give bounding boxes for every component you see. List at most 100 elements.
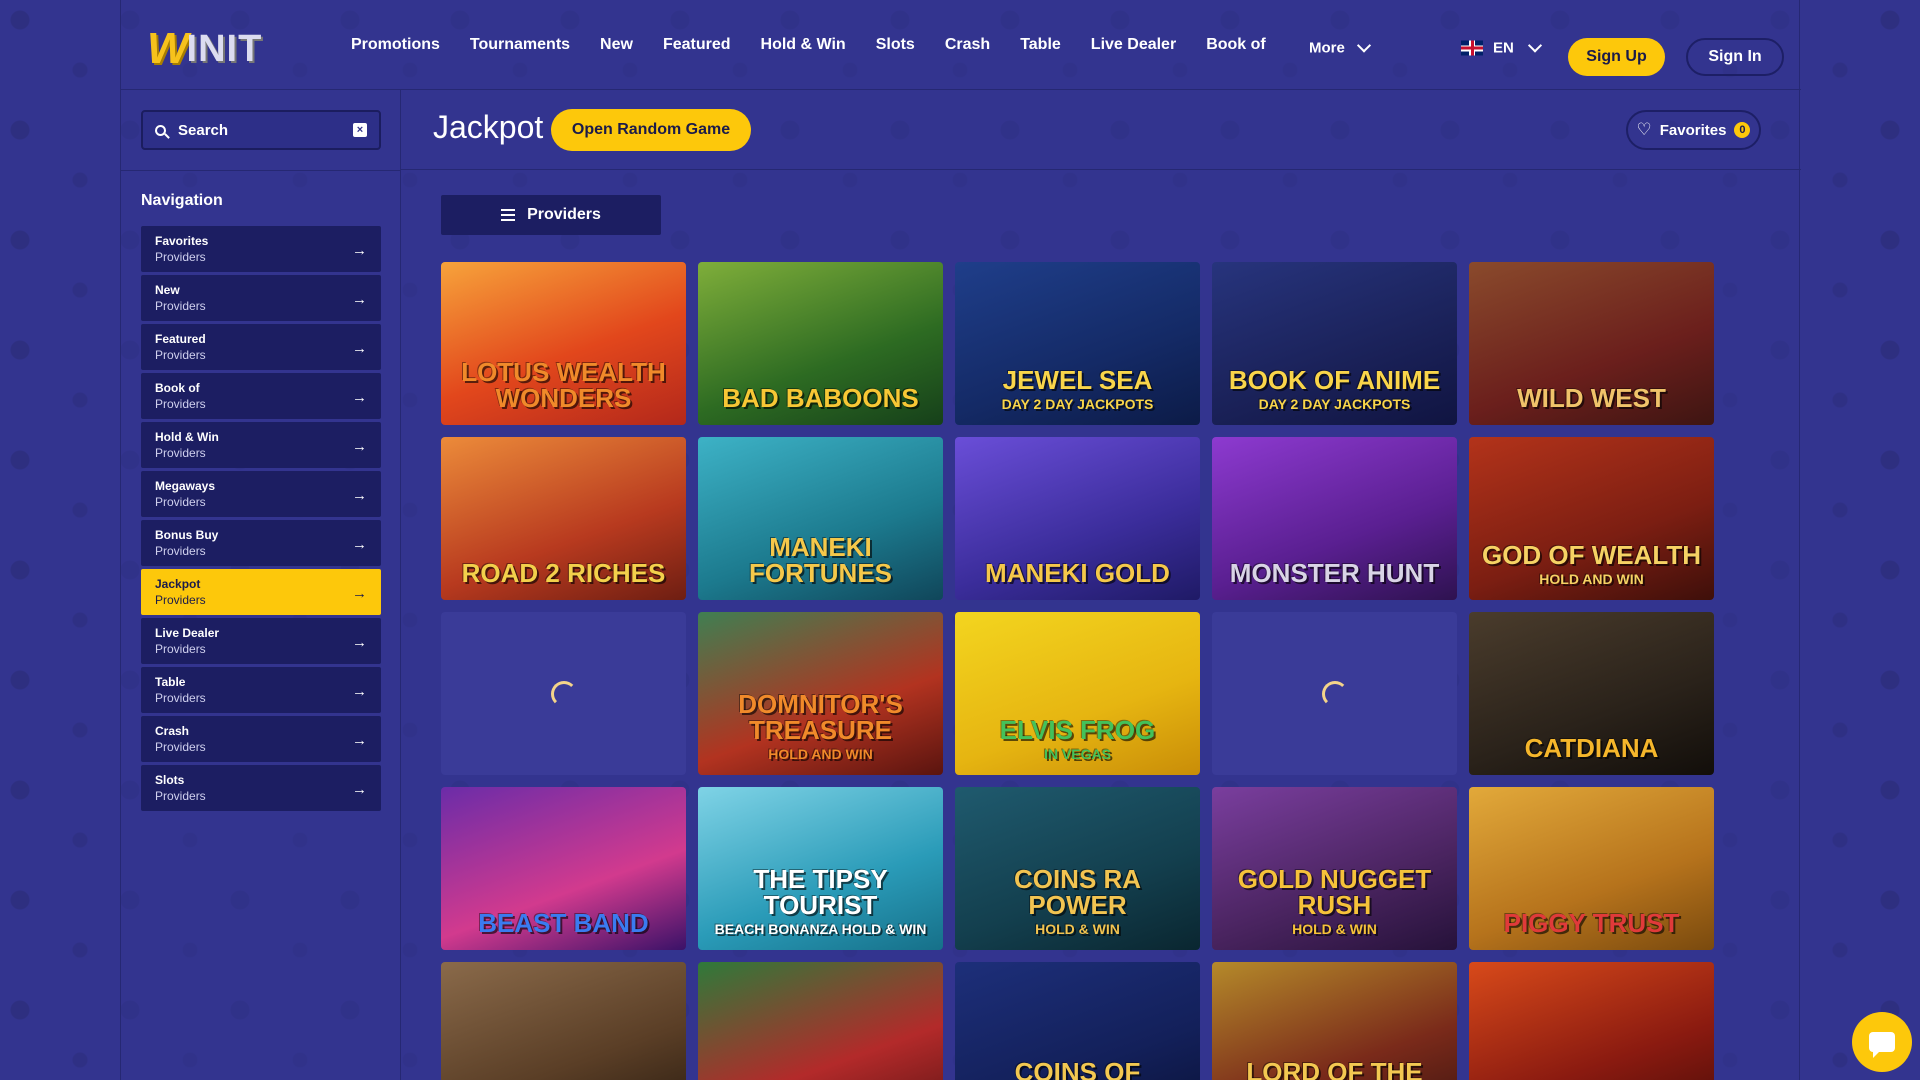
game-tile-coins-ra-power[interactable]: Coins Ra Power Hold & Win	[955, 787, 1200, 950]
arrow-right-icon: →	[352, 683, 367, 700]
game-name: Lord of the Keys	[1246, 1057, 1423, 1080]
sign-up-button[interactable]: Sign Up	[1568, 38, 1665, 76]
nav-item-crash[interactable]: Crash	[945, 36, 990, 54]
game-tile-loading	[441, 612, 686, 775]
favorites-count-badge: 0	[1734, 122, 1751, 138]
sidebar-item-label: Crash	[155, 724, 190, 738]
game-tile-jewel-sea[interactable]: Jewel Sea Day 2 Day Jackpots	[955, 262, 1200, 425]
chat-button[interactable]	[1852, 1012, 1912, 1072]
more-menu[interactable]: More	[1309, 37, 1371, 57]
game-name: The Tipsy Tourist	[753, 864, 888, 920]
providers-filter-button[interactable]: Providers	[441, 195, 661, 235]
game-title: Piggy Trust	[1469, 910, 1714, 950]
nav-item-slots[interactable]: Slots	[876, 36, 915, 54]
nav-item-tournaments[interactable]: Tournaments	[470, 36, 570, 54]
nav-item-promotions[interactable]: Promotions	[351, 36, 440, 54]
game-tile-hook-the-cash[interactable]: Hook the Cash	[441, 962, 686, 1080]
game-name: Jewel Sea	[1002, 365, 1153, 395]
game-name: Beast Band	[478, 908, 649, 938]
page-title: Jackpot	[433, 109, 544, 145]
sidebar-item-favorites[interactable]: Favorites Providers →	[141, 226, 381, 272]
game-tile-elvis-frog[interactable]: Elvis Frog in Vegas	[955, 612, 1200, 775]
sign-in-button[interactable]: Sign In	[1686, 38, 1784, 76]
game-grid: Lotus Wealth Wonders Bad Baboons Jewel Sea…	[441, 262, 1714, 1080]
main-toolbar: Jackpot Open Random Game ♡ Favorites 0	[401, 90, 1801, 170]
game-tile-the-tipsy-tourist[interactable]: The Tipsy Tourist Beach Bonanza Hold & Wi…	[698, 787, 943, 950]
nav-item-featured[interactable]: Featured	[663, 36, 731, 54]
game-subtitle: Day 2 Day Jackpots	[1258, 396, 1411, 412]
game-name: Monster Hunt	[1229, 558, 1440, 588]
game-tile-wild-west[interactable]: Wild West	[1469, 262, 1714, 425]
game-tile-fury-dragon[interactable]: Fury Dragon	[1469, 962, 1714, 1080]
favorites-button[interactable]: ♡ Favorites 0	[1626, 110, 1761, 150]
game-tile-catdiana[interactable]: Catdiana	[1469, 612, 1714, 775]
game-name: Maneki Gold	[985, 558, 1170, 588]
search-input[interactable]: Search ×	[141, 110, 381, 150]
favorites-label: Favorites	[1659, 121, 1727, 139]
game-tile-road-2-riches[interactable]: Road 2 Riches	[441, 437, 686, 600]
language-selector[interactable]: EN	[1461, 37, 1542, 57]
game-title: Monster Hunt	[1212, 560, 1457, 600]
game-tile-monster-hunt[interactable]: Monster Hunt	[1212, 437, 1457, 600]
providers-label: Providers	[527, 206, 601, 223]
game-title: Gold Nugget Rush Hold & Win	[1212, 866, 1457, 950]
game-tile-piggy-trust[interactable]: Piggy Trust	[1469, 787, 1714, 950]
game-name: Bad Baboons	[722, 383, 919, 413]
nav-item-hold-win[interactable]: Hold & Win	[761, 36, 846, 54]
sidebar-item-megaways[interactable]: Megaways Providers →	[141, 471, 381, 517]
game-title: Road 2 Riches	[441, 560, 686, 600]
game-tile-coins-of-christmas[interactable]: Coins of Christmas	[955, 962, 1200, 1080]
game-tile-maneki-gold[interactable]: Maneki Gold	[955, 437, 1200, 600]
game-tile-domnitor-s-treasure[interactable]: Domnitor's Treasure Hold and Win	[698, 612, 943, 775]
sidebar-item-jackpot[interactable]: Jackpot Providers →	[141, 569, 381, 615]
game-tile-god-of-wealth[interactable]: God of Wealth Hold and Win	[1469, 437, 1714, 600]
arrow-right-icon: →	[352, 732, 367, 749]
game-name: Domnitor's Treasure	[738, 689, 903, 745]
game-tile-book-of-anime[interactable]: Book of Anime Day 2 Day Jackpots	[1212, 262, 1457, 425]
clear-search-icon[interactable]: ×	[353, 123, 367, 137]
game-subtitle: in Vegas	[1044, 746, 1111, 762]
sidebar-item-crash[interactable]: Crash Providers →	[141, 716, 381, 762]
open-random-game-button[interactable]: Open Random Game	[551, 109, 751, 151]
chat-bubble-icon	[1869, 1032, 1895, 1058]
sidebar-item-sublabel: Providers	[155, 495, 206, 509]
search-placeholder: Search	[178, 121, 229, 139]
game-subtitle: Beach Bonanza Hold & Win	[714, 921, 927, 937]
sidebar-item-sublabel: Providers	[155, 397, 206, 411]
sidebar-item-label: New	[155, 283, 180, 297]
nav-item-new[interactable]: New	[600, 36, 633, 54]
winit-logo[interactable]: W INIT	[147, 24, 297, 73]
arrow-right-icon: →	[352, 536, 367, 553]
sidebar-item-hold-win[interactable]: Hold & Win Providers →	[141, 422, 381, 468]
sidebar-item-book-of[interactable]: Book of Providers →	[141, 373, 381, 419]
game-title: Maneki Gold	[955, 560, 1200, 600]
game-subtitle: Hold & Win	[1035, 921, 1120, 937]
arrow-right-icon: →	[352, 585, 367, 602]
sidebar-item-sublabel: Providers	[155, 299, 206, 313]
game-title: Domnitor's Treasure Hold and Win	[698, 691, 943, 775]
game-tile-bad-baboons[interactable]: Bad Baboons	[698, 262, 943, 425]
game-name: Wild West	[1517, 383, 1666, 413]
game-subtitle: Hold & Win	[1292, 921, 1377, 937]
nav-item-table[interactable]: Table	[1020, 36, 1061, 54]
sidebar-item-featured[interactable]: Featured Providers →	[141, 324, 381, 370]
game-tile-maneki-fortunes[interactable]: Maneki Fortunes	[698, 437, 943, 600]
sidebar-item-table[interactable]: Table Providers →	[141, 667, 381, 713]
game-tile-lotus-wealth-wonders[interactable]: Lotus Wealth Wonders	[441, 262, 686, 425]
game-tile-gold-nugget-rush[interactable]: Gold Nugget Rush Hold & Win	[1212, 787, 1457, 950]
sidebar-item-live-dealer[interactable]: Live Dealer Providers →	[141, 618, 381, 664]
sidebar-item-new[interactable]: New Providers →	[141, 275, 381, 321]
sidebar-item-label: Featured	[155, 332, 206, 346]
sidebar-item-slots[interactable]: Slots Providers →	[141, 765, 381, 811]
nav-item-live-dealer[interactable]: Live Dealer	[1091, 36, 1176, 54]
nav-item-book-of[interactable]: Book of	[1206, 36, 1266, 54]
arrow-right-icon: →	[352, 340, 367, 357]
game-title: Coins of Christmas	[955, 1059, 1200, 1080]
game-tile-beast-band[interactable]: Beast Band	[441, 787, 686, 950]
sidebar-item-bonus-buy[interactable]: Bonus Buy Providers →	[141, 520, 381, 566]
sidebar-item-label: Bonus Buy	[155, 528, 219, 542]
game-tile-eve-of-gifts[interactable]: Eve of Gifts	[698, 962, 943, 1080]
game-tile-lord-of-the-keys[interactable]: Lord of the Keys	[1212, 962, 1457, 1080]
game-title: Beast Band	[441, 910, 686, 950]
sidebar-item-label: Slots	[155, 773, 185, 787]
